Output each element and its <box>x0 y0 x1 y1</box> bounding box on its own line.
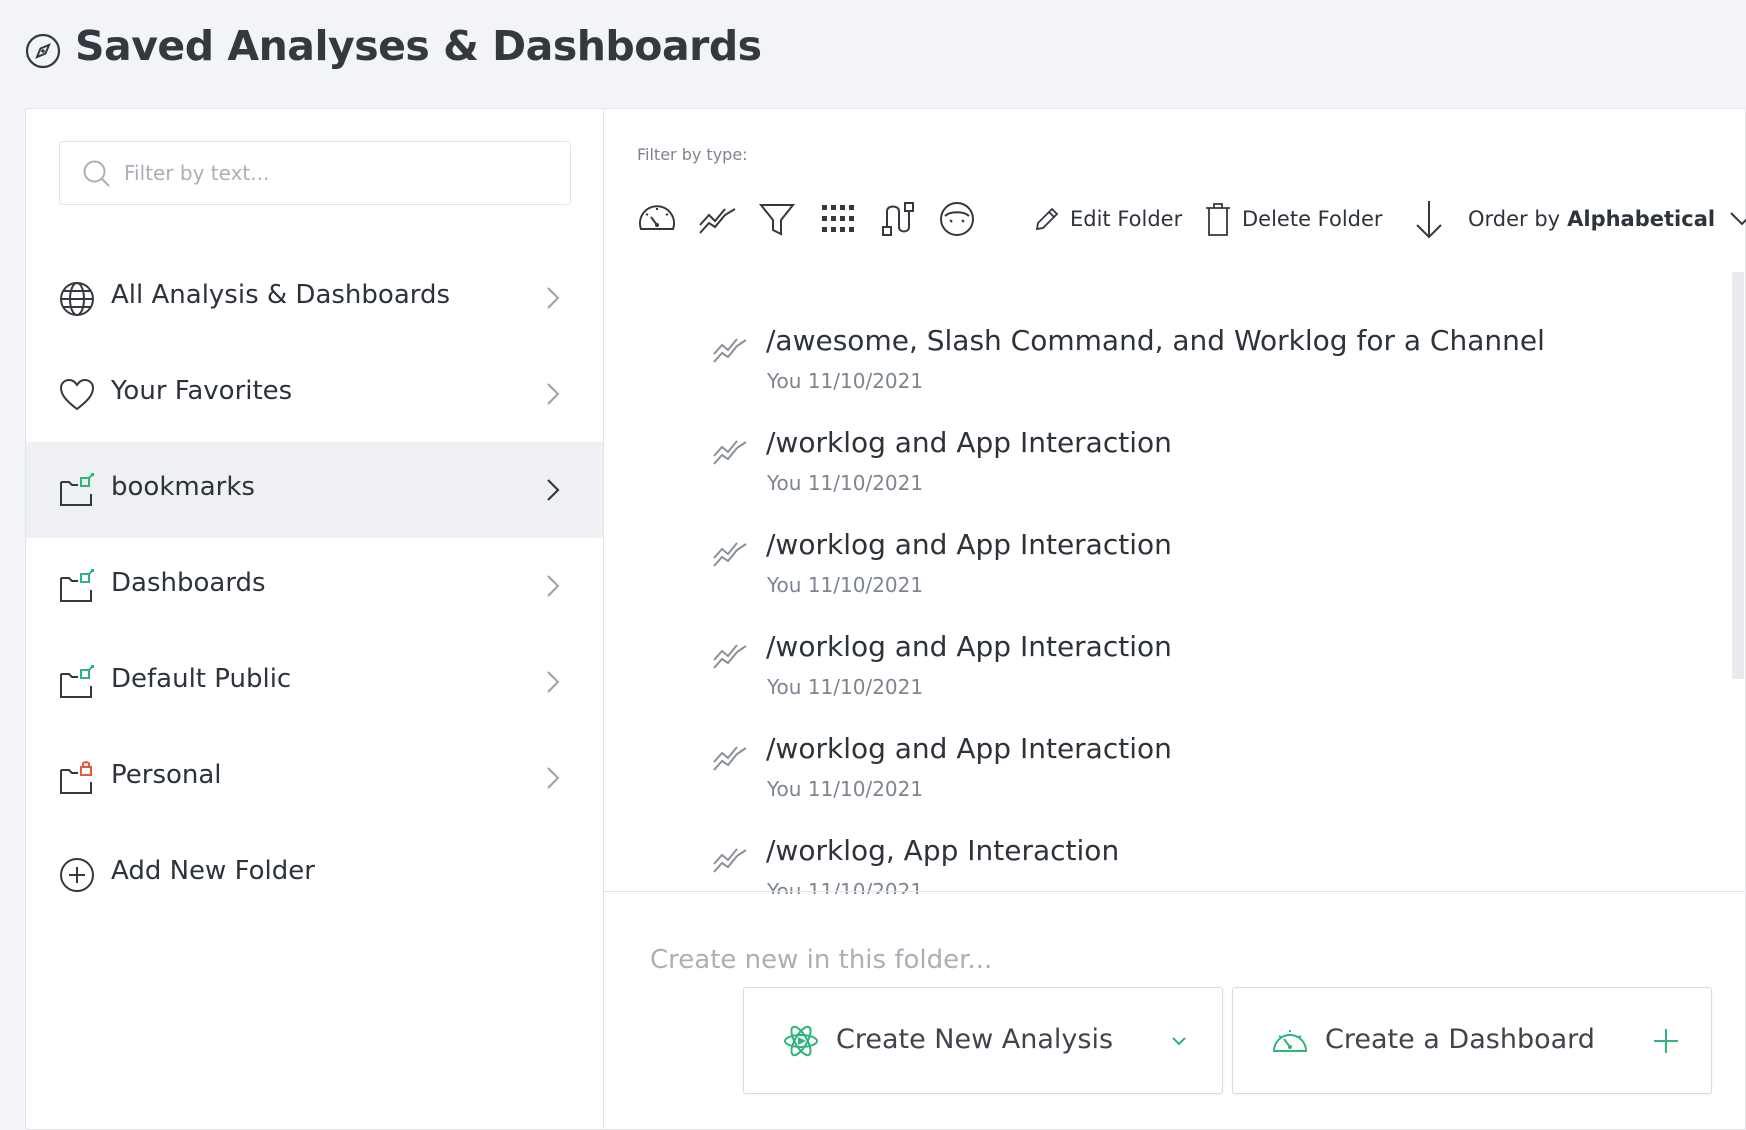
filter-grid-button[interactable] <box>817 199 857 239</box>
filter-flows-button[interactable] <box>877 199 917 239</box>
delete-folder-button[interactable]: Delete Folder <box>1204 201 1383 237</box>
shared-folder-icon <box>60 569 94 602</box>
list-item-title: /worklog and App Interaction <box>766 630 1172 663</box>
list-item[interactable]: /worklog and App Interaction You 11/10/20… <box>604 421 1724 523</box>
scrollbar-thumb[interactable] <box>1732 272 1744 679</box>
create-new-analysis-label: Create New Analysis <box>836 1024 1114 1055</box>
list-item-meta: You 11/10/2021 <box>767 573 924 597</box>
chevron-right-icon <box>547 767 560 789</box>
list-item[interactable]: /awesome, Slash Command, and Worklog for… <box>604 319 1724 421</box>
list-scrollbar[interactable] <box>1729 264 1745 894</box>
list-item[interactable]: /worklog and App Interaction You 11/10/20… <box>604 727 1724 829</box>
chevron-down-icon <box>1730 212 1746 226</box>
locked-folder-icon <box>60 761 92 794</box>
list-item-meta: You 11/10/2021 <box>767 675 924 699</box>
create-new-analysis-button[interactable]: Create New Analysis <box>743 987 1223 1094</box>
trash-icon <box>1206 203 1230 236</box>
list-item-meta: You 11/10/2021 <box>767 471 924 495</box>
list-item-title: /worklog and App Interaction <box>766 528 1172 561</box>
folder-sidebar: All Analysis & Dashboards Your Favorites… <box>26 109 604 1129</box>
retention-icon <box>940 202 974 236</box>
line-chart-icon <box>713 440 747 465</box>
nav-item-label: Dashboards <box>111 568 266 598</box>
page-title: Saved Analyses & Dashboards <box>75 22 762 70</box>
nav-item-personal[interactable]: Personal <box>26 730 603 826</box>
nav-item-label: bookmarks <box>111 472 255 502</box>
nav-item-default-public[interactable]: Default Public <box>26 634 603 730</box>
order-by-prefix: Order by <box>1468 207 1561 231</box>
search-icon <box>83 160 110 187</box>
line-chart-icon <box>713 848 747 873</box>
create-dashboard-button[interactable]: Create a Dashboard <box>1232 987 1712 1094</box>
chevron-down-icon <box>1172 1037 1186 1046</box>
list-item-title: /awesome, Slash Command, and Worklog for… <box>766 324 1545 357</box>
edit-folder-label: Edit Folder <box>1070 207 1183 231</box>
globe-icon <box>60 282 94 316</box>
line-chart-icon <box>713 338 747 363</box>
filter-funnel-button[interactable] <box>757 199 797 239</box>
folder-content: Filter by type: Edit Folder Delete Folde… <box>604 109 1746 1129</box>
dashboard-icon <box>639 205 675 230</box>
chevron-right-icon <box>547 383 560 405</box>
add-new-folder-button[interactable]: Add New Folder <box>26 826 603 922</box>
list-item-title: /worklog and App Interaction <box>766 426 1172 459</box>
plus-circle-icon <box>60 858 94 892</box>
add-new-folder-label: Add New Folder <box>111 856 315 886</box>
filter-by-type-label: Filter by type: <box>637 145 748 164</box>
order-by-dropdown[interactable]: Order by Alphabetical <box>1412 201 1746 239</box>
analysis-list: /awesome, Slash Command, and Worklog for… <box>604 264 1745 894</box>
nav-item-favorites[interactable]: Your Favorites <box>26 346 603 442</box>
list-item-title: /worklog, App Interaction <box>766 834 1120 867</box>
nav-item-bookmarks[interactable]: bookmarks <box>26 442 603 538</box>
chevron-right-icon <box>547 671 560 693</box>
delete-folder-label: Delete Folder <box>1242 207 1383 231</box>
filter-dashboard-button[interactable] <box>637 199 677 239</box>
list-item-title: /worklog and App Interaction <box>766 732 1172 765</box>
plus-icon <box>1654 1029 1678 1053</box>
line-chart-icon <box>713 644 747 669</box>
atom-icon <box>784 1025 818 1057</box>
folder-nav: All Analysis & Dashboards Your Favorites… <box>26 250 603 922</box>
shared-folder-icon <box>60 473 94 506</box>
nav-item-label: Personal <box>111 760 222 790</box>
main-panel: All Analysis & Dashboards Your Favorites… <box>25 108 1746 1130</box>
nav-item-label: All Analysis & Dashboards <box>111 280 451 310</box>
grid-icon <box>822 205 854 232</box>
compass-icon <box>25 33 61 69</box>
list-item[interactable]: /worklog, App Interaction You 11/10/2021 <box>604 829 1724 894</box>
pencil-icon <box>1035 207 1059 231</box>
arrow-down-icon <box>1416 201 1442 239</box>
nav-item-dashboards[interactable]: Dashboards <box>26 538 603 634</box>
create-new-label: Create new in this folder... <box>650 945 993 975</box>
order-by-value: Alphabetical <box>1567 207 1716 231</box>
filter-retention-button[interactable] <box>937 199 977 239</box>
line-chart-icon <box>713 542 747 567</box>
filter-search-input[interactable] <box>124 156 544 190</box>
page-header: Saved Analyses & Dashboards <box>0 0 1746 108</box>
list-item[interactable]: /worklog and App Interaction You 11/10/20… <box>604 523 1724 625</box>
heart-icon <box>59 378 95 411</box>
filter-insights-button[interactable] <box>697 199 737 239</box>
list-item-meta: You 11/10/2021 <box>767 777 924 801</box>
chevron-right-icon <box>547 575 560 597</box>
chevron-right-icon <box>547 287 560 309</box>
nav-item-label: Your Favorites <box>111 376 293 406</box>
list-item[interactable]: /worklog and App Interaction You 11/10/20… <box>604 625 1724 727</box>
line-chart-icon <box>699 208 736 234</box>
create-dashboard-label: Create a Dashboard <box>1325 1024 1595 1055</box>
flow-icon <box>882 202 914 236</box>
list-item-meta: You 11/10/2021 <box>767 369 924 393</box>
nav-item-all[interactable]: All Analysis & Dashboards <box>26 250 603 346</box>
divider <box>604 891 1745 892</box>
filter-search-box[interactable] <box>59 141 571 205</box>
nav-item-label: Default Public <box>111 664 292 694</box>
funnel-icon <box>758 204 796 236</box>
line-chart-icon <box>713 746 747 771</box>
shared-folder-icon <box>60 665 94 698</box>
content-toolbar: Edit Folder Delete Folder Order by Alpha… <box>604 189 1746 249</box>
chevron-right-icon <box>547 479 560 501</box>
edit-folder-button[interactable]: Edit Folder <box>1034 201 1182 237</box>
dashboard-icon <box>1272 1030 1308 1052</box>
